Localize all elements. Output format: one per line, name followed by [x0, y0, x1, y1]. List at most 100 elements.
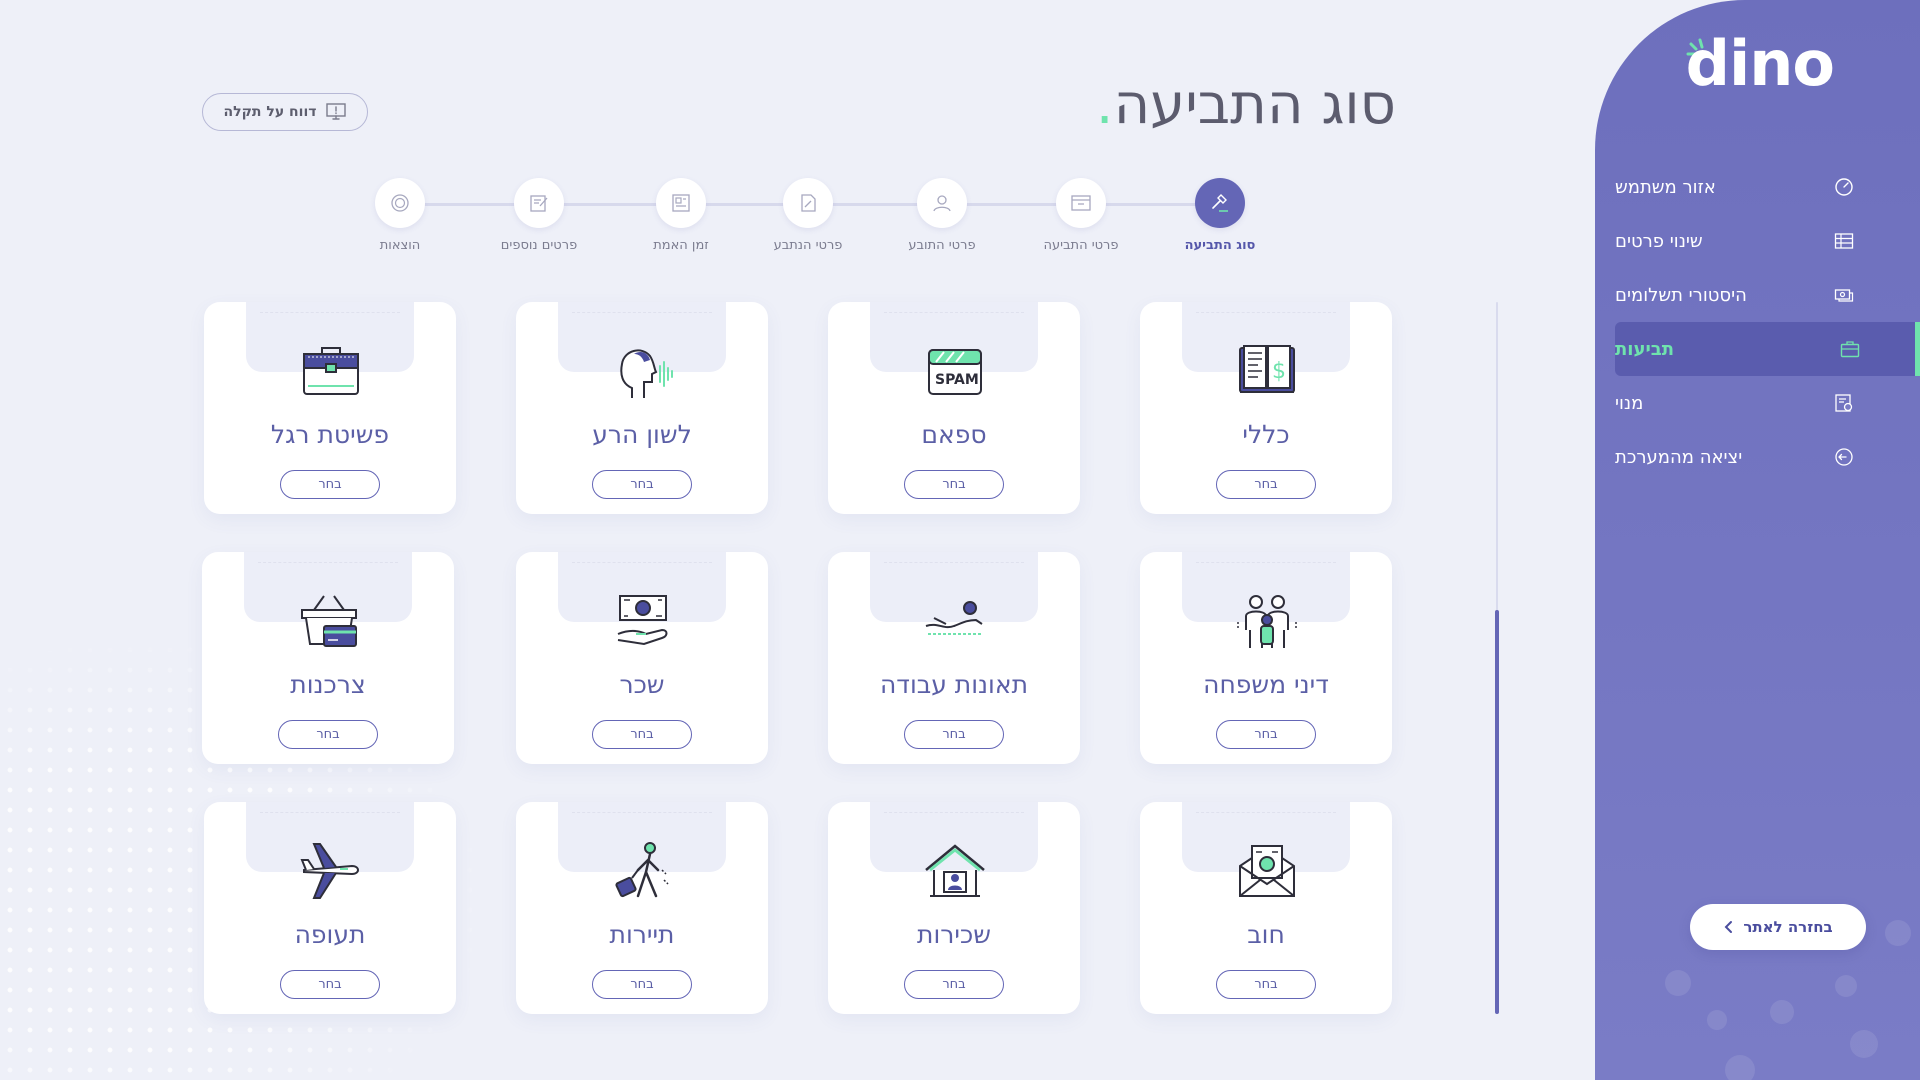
step-claim-type[interactable]: סוג התביעה [1150, 178, 1290, 253]
card-label: חוב [1247, 920, 1285, 949]
page-title: סוג התביעה. [1096, 72, 1396, 137]
step-circle [917, 178, 967, 228]
choose-button[interactable]: בחר [904, 470, 1004, 499]
choose-button[interactable]: בחר [278, 720, 378, 749]
sidebar-nav: אזור משתמש שינוי פרטים היסטורי תשלומים ת… [1595, 160, 1920, 484]
step-circle [1056, 178, 1106, 228]
gavel-icon [1212, 194, 1228, 212]
step-label: פרטי הנתבע [773, 238, 843, 253]
logout-icon [1835, 448, 1853, 466]
archive-icon [1071, 195, 1091, 211]
house-icon [925, 844, 985, 897]
progress-stepper: סוג התביעה פרטי התביעה פרטי התובע פרטי ה… [370, 178, 1270, 258]
report-issue-button[interactable]: דווח על תקלה [202, 93, 368, 131]
choose-button[interactable]: בחר [904, 970, 1004, 999]
report-issue-label: דווח על תקלה [223, 104, 317, 120]
claim-card-consumerism[interactable]: צרכנות בחר [202, 552, 454, 764]
sidebar-item-claims[interactable]: תביעות [1615, 322, 1920, 376]
card-label: לשון הרע [592, 420, 692, 449]
decor-bubble [1835, 975, 1857, 997]
step-plaintiff-details[interactable]: פרטי התובע [872, 178, 1012, 253]
choose-button[interactable]: בחר [1216, 970, 1316, 999]
step-circle [514, 178, 564, 228]
title-dot: . [1095, 72, 1114, 137]
traveler-icon [615, 842, 669, 898]
chevron-left-icon [1724, 921, 1733, 933]
step-circle [1195, 178, 1245, 228]
claim-card-bankruptcy[interactable]: פשיטת רגל בחר [204, 302, 456, 514]
claim-type-grid: $ כללי בחר SPAM ספאם בחר לשון הרע בחר פש… [202, 302, 1394, 1022]
family-icon [1237, 595, 1297, 648]
step-circle [783, 178, 833, 228]
card-label: כללי [1242, 420, 1290, 449]
claim-card-aviation[interactable]: תעופה בחר [204, 802, 456, 1014]
choose-button[interactable]: בחר [904, 720, 1004, 749]
claim-card-spam[interactable]: SPAM ספאם בחר [828, 302, 1080, 514]
step-label: פרטים נוספים [500, 238, 578, 253]
decor-bubble [1707, 1010, 1727, 1030]
svg-text:SPAM: SPAM [935, 372, 979, 388]
edit-doc-icon [530, 195, 548, 212]
subscription-icon [1835, 394, 1853, 412]
payment-icon [1834, 289, 1854, 302]
speaking-head-icon [620, 349, 673, 398]
monitor-icon [326, 103, 347, 120]
claim-card-rent[interactable]: שכירות בחר [828, 802, 1080, 1014]
card-label: פשיטת רגל [270, 420, 390, 449]
step-expenses[interactable]: הוצאות [330, 178, 470, 253]
svg-text:$: $ [1272, 359, 1286, 384]
step-additional-details[interactable]: פרטים נוספים [469, 178, 609, 253]
sidebar-item-edit-details[interactable]: שינוי פרטים [1615, 214, 1914, 268]
claim-card-salary[interactable]: שכר בחר [516, 552, 768, 764]
step-label: הוצאות [379, 238, 421, 253]
choose-button[interactable]: בחר [1216, 470, 1316, 499]
card-label: תעופה [294, 920, 366, 949]
sidebar: dino אזור משתמש שינוי פרטים היסטורי תשלו… [1595, 0, 1920, 1080]
basket-icon [301, 595, 357, 647]
sidebar-item-label: שינוי פרטים [1615, 230, 1703, 252]
decor-bubble [1850, 1030, 1878, 1058]
choose-button[interactable]: בחר [280, 470, 380, 499]
back-to-site-button[interactable]: בחזרה לאתר [1690, 904, 1866, 950]
card-label: תאונות עבודה [879, 670, 1029, 699]
step-circle [375, 178, 425, 228]
speedometer-icon [1835, 178, 1853, 196]
scrollbar-thumb[interactable] [1495, 610, 1499, 1014]
page-title-text: סוג התביעה [1113, 72, 1396, 137]
claim-card-family-law[interactable]: דיני משפחה בחר [1140, 552, 1392, 764]
claim-card-debt[interactable]: חוב בחר [1140, 802, 1392, 1014]
airplane-icon [300, 843, 359, 899]
choose-button[interactable]: בחר [592, 970, 692, 999]
claim-card-work-accidents[interactable]: תאונות עבודה בחר [828, 552, 1080, 764]
sidebar-item-label: יציאה מהמערכת [1615, 446, 1743, 468]
card-label: דיני משפחה [1203, 670, 1329, 699]
envelope-money-icon [1239, 845, 1295, 897]
image-doc-icon [672, 194, 690, 212]
step-label: פרטי התביעה [1043, 238, 1119, 253]
step-defendant-details[interactable]: פרטי הנתבע [738, 178, 878, 253]
sidebar-item-payment-history[interactable]: היסטורי תשלומים [1615, 268, 1914, 322]
claim-card-general[interactable]: $ כללי בחר [1140, 302, 1392, 514]
card-label: שכירות [917, 920, 991, 949]
choose-button[interactable]: בחר [592, 470, 692, 499]
salary-icon [617, 595, 668, 646]
sidebar-item-label: היסטורי תשלומים [1615, 284, 1747, 306]
claim-card-tourism[interactable]: תיירות בחר [516, 802, 768, 1014]
step-label: זמן האמת [653, 238, 709, 253]
logo[interactable]: dino [1686, 33, 1835, 95]
choose-button[interactable]: בחר [1216, 720, 1316, 749]
sidebar-item-subscription[interactable]: מנוי [1615, 376, 1914, 430]
coin-icon [391, 194, 409, 212]
card-label: ספאם [921, 420, 987, 449]
step-claim-details[interactable]: פרטי התביעה [1011, 178, 1151, 253]
step-circle [656, 178, 706, 228]
card-label: שכר [619, 670, 665, 699]
sidebar-item-label: תביעות [1615, 338, 1675, 360]
choose-button[interactable]: בחר [280, 970, 380, 999]
claim-card-defamation[interactable]: לשון הרע בחר [516, 302, 768, 514]
sidebar-item-logout[interactable]: יציאה מהמערכת [1615, 430, 1914, 484]
sidebar-item-user-area[interactable]: אזור משתמש [1615, 160, 1914, 214]
choose-button[interactable]: בחר [592, 720, 692, 749]
step-moment-of-truth[interactable]: זמן האמת [611, 178, 751, 253]
card-label: תיירות [609, 920, 675, 949]
